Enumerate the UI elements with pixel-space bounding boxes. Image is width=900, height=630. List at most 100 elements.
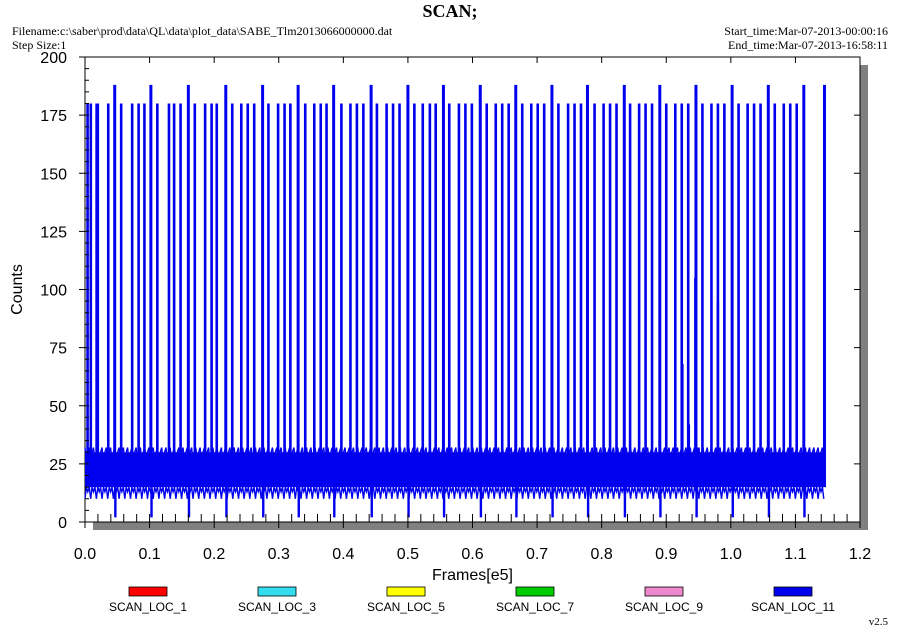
x-tick-label: 0.2 [203,546,225,563]
high-spike [119,103,123,488]
high-spike [413,103,416,488]
high-spike [701,103,704,488]
high-spike [210,103,213,488]
dip-spike [187,487,191,518]
high-spike [375,103,379,488]
high-spike [340,103,343,488]
y-tick-label: 125 [40,224,67,241]
peak-spike [149,84,153,488]
high-spike [470,103,474,488]
high-spike [746,103,749,488]
chart-canvas: 0.0 0.1 0.2 0.3 0.4 0.5 0.6 0.7 0.8 0.9 1.0 1.1 1.2 0… [9,50,871,614]
high-spike [673,103,677,488]
peak-spike [186,84,190,488]
high-spike [428,103,432,488]
x-tick-label: 0.5 [397,546,419,563]
x-axis-title: Frames[e5] [432,567,513,584]
high-spike [215,103,219,488]
dip-spike [407,487,410,518]
x-tick-label: 0.4 [332,546,354,563]
high-spike [398,103,401,488]
dip-spike [695,487,698,518]
peak-spike [369,84,373,488]
short-spike [681,363,684,488]
high-spike [457,103,461,488]
dip-spike [623,487,627,518]
legend-swatch [644,586,684,597]
dip-spike [551,487,554,518]
short-spike [697,447,700,488]
peak-spike [113,84,117,488]
peak-spike [406,84,410,488]
high-spike [319,103,323,488]
dip-spike [150,487,153,518]
peak-spike [658,84,662,488]
peak-spike [478,84,482,488]
dip-spike [297,487,300,518]
high-spike [759,103,762,488]
high-spike [628,103,632,488]
short-spike [96,103,100,488]
high-spike [130,103,134,488]
high-spike [355,103,359,488]
high-spike [542,103,546,488]
high-spike [557,103,560,488]
y-tick-label: 0 [58,515,67,532]
peak-spike [822,84,826,488]
high-spike [143,103,146,488]
high-spike [520,103,524,488]
legend-label: SCAN_LOC_5 [367,600,445,614]
high-spike [312,103,316,488]
high-spike [434,103,437,488]
high-spike [650,103,654,488]
legend-label: SCAN_LOC_9 [625,600,703,614]
high-spike [773,103,777,488]
high-spike [167,103,171,488]
high-spike [230,103,234,488]
high-spike [566,103,570,488]
high-spike [172,103,176,488]
dip-spike [370,487,373,518]
peak-spike [550,84,554,488]
high-spike [615,103,618,488]
high-spike [239,103,243,488]
peak-spike [441,84,445,488]
y-tick-label: 175 [40,108,67,125]
x-tick-label: 0.9 [655,546,677,563]
x-tick-label: 0.8 [591,546,613,563]
legend-swatch [128,586,168,597]
high-spike [349,103,352,488]
high-spike [608,103,612,488]
high-spike [86,103,89,488]
high-spike [737,103,740,488]
x-tick-label: 1.0 [720,546,742,563]
high-spike [137,103,140,488]
legend-swatch [773,586,813,597]
dip-spike [262,487,265,518]
y-tick-label: 200 [40,50,67,67]
version-label: v2.5 [868,616,888,628]
high-spike [193,103,197,488]
high-spike [385,103,388,488]
dip-spike [659,487,662,518]
high-spike [252,103,256,488]
x-tick-label: 1.1 [784,546,806,563]
y-tick-label: 75 [49,341,67,358]
high-spike [529,103,533,488]
y-tick-label: 100 [40,283,67,300]
short-spike [694,277,697,488]
y-tick-label: 25 [49,457,67,474]
peak-spike [261,84,265,488]
high-spike [500,103,504,488]
high-spike [283,103,286,488]
peak-spike [514,84,518,488]
x-tick-label: 0.3 [268,546,290,563]
high-spike [602,103,605,488]
high-spike [391,103,395,488]
short-spike [716,301,720,488]
high-spike [464,103,467,488]
dip-spike [442,487,446,518]
high-spike [536,103,540,488]
dip-spike [479,487,483,518]
high-spike [494,103,498,488]
